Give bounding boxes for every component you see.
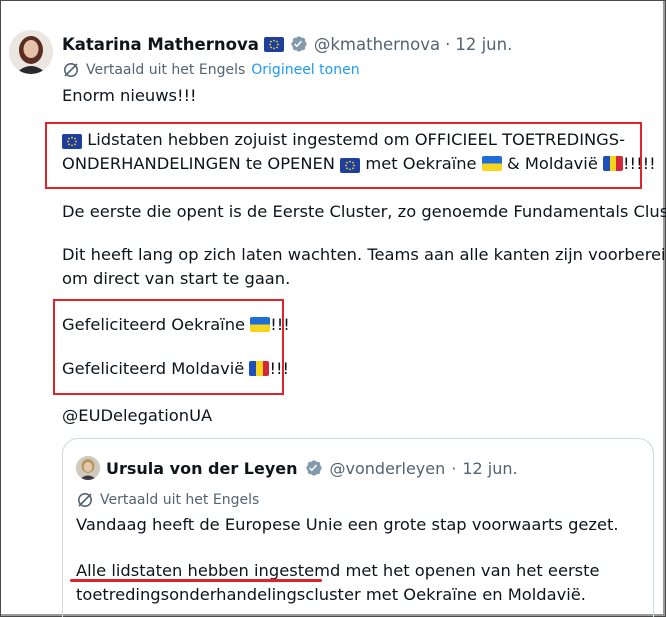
tweet-text: Gefeliciteerd Oekraïne: [62, 315, 246, 334]
tweet-text: & Moldavië: [506, 154, 598, 173]
translate-icon: [64, 63, 78, 77]
ukraine-flag-icon: [481, 156, 502, 171]
highlight-underline: [70, 579, 322, 582]
tweet-text: ONDERHANDELINGEN te OPENEN: [62, 154, 335, 173]
tweet-text: Lidstaten hebben zojuist ingestemd om OF…: [87, 130, 626, 149]
tweet-header: Katarina Mathernova @kmathernova · 12 ju…: [62, 32, 512, 56]
tweet-text: !!!!!: [623, 154, 656, 173]
author-handle[interactable]: @kmathernova: [314, 35, 440, 54]
eu-flag-icon: [263, 36, 284, 52]
author-name[interactable]: Katarina Mathernova: [62, 35, 259, 54]
quoted-line-3: toetredingsonderhandelingscluster met Oe…: [76, 585, 586, 604]
eu-flag-icon: [62, 134, 82, 149]
tweet-line-4a: Dit heeft lang op zich laten wachten. Te…: [62, 245, 666, 264]
quoted-translated-label: Vertaald uit het Engels: [100, 492, 260, 508]
quoted-tweet-header: Ursula von der Leyen @vonderleyen · 12 j…: [76, 456, 518, 480]
quoted-tweet-date[interactable]: 12 jun.: [462, 459, 517, 478]
tweet-text: Gefeliciteerd Moldavië: [62, 359, 245, 378]
mention-link[interactable]: @EUDelegationUA: [62, 404, 212, 428]
author-avatar[interactable]: [9, 30, 53, 74]
tweet-date[interactable]: 12 jun.: [455, 35, 512, 54]
translate-icon: [78, 493, 92, 507]
tweet-text: !!!: [270, 315, 290, 334]
quoted-author-avatar[interactable]: [76, 456, 100, 480]
verified-badge-icon: [291, 36, 307, 52]
header-separator: ·: [451, 458, 457, 478]
header-separator: ·: [445, 34, 451, 54]
tweet-line-1: Enorm nieuws!!!: [62, 86, 197, 105]
quoted-line-1: Vandaag heeft de Europese Unie een grote…: [76, 515, 619, 534]
quoted-translation-notice: Vertaald uit het Engels: [76, 490, 259, 510]
tweet-line-5: Gefeliciteerd Oekraïne !!!: [62, 313, 290, 337]
tweet-line-4b: om direct van start te gaan.: [62, 269, 291, 288]
verified-badge-icon: [305, 460, 322, 476]
quoted-author-name[interactable]: Ursula von der Leyen: [106, 459, 298, 478]
tweet-text: met Oekraïne: [365, 154, 477, 173]
moldova-flag-icon: [249, 361, 270, 376]
quoted-author-handle[interactable]: @vonderleyen: [330, 459, 446, 478]
tweet-text: !!!: [269, 359, 290, 378]
moldova-flag-icon: [603, 156, 624, 171]
tweet-line-3: De eerste die opent is de Eerste Cluster…: [62, 202, 666, 221]
translated-label: Vertaald uit het Engels: [86, 62, 246, 78]
tweet-line-2b: ONDERHANDELINGEN te OPENEN met Oekraïne …: [62, 152, 656, 176]
tweet-line-6: Gefeliciteerd Moldavië !!!: [62, 357, 289, 381]
ukraine-flag-icon: [250, 317, 271, 332]
translation-notice: Vertaald uit het Engels Origineel tonen: [62, 60, 360, 80]
eu-flag-icon: [340, 158, 361, 173]
tweet-line-2a: Lidstaten hebben zojuist ingestemd om OF…: [62, 128, 625, 152]
show-original-link[interactable]: Origineel tonen: [251, 62, 359, 78]
